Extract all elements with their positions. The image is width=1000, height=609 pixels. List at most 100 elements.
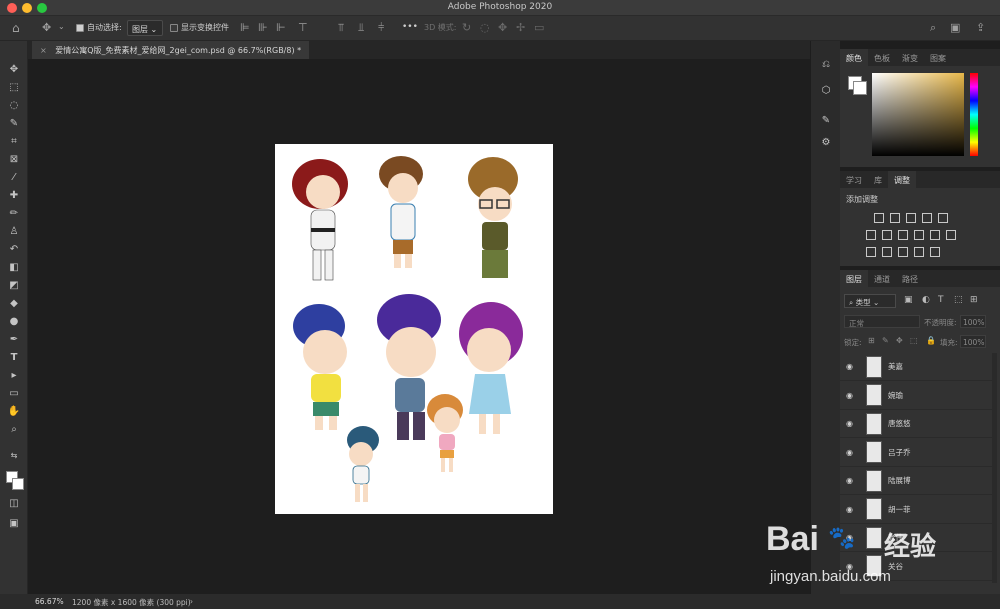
auto-select-checkbox[interactable]: 自动选择: (76, 22, 122, 33)
layer-row[interactable]: ◉ 关谷 (840, 553, 992, 581)
align-left-icon[interactable]: ⊫ (240, 21, 250, 34)
dodge-tool-icon[interactable]: ● (7, 315, 21, 329)
brightness-icon[interactable] (874, 212, 884, 223)
brush-tool-icon[interactable]: ✏ (7, 207, 21, 221)
layer-name[interactable]: 陆展博 (888, 475, 911, 486)
hue-saturation-icon[interactable] (866, 229, 876, 240)
background-color-swatch[interactable] (12, 478, 24, 490)
fill-input[interactable]: 100% (960, 335, 986, 348)
filter-adjustment-icon[interactable]: ◐ (922, 295, 930, 305)
hue-slider[interactable] (970, 73, 978, 156)
share-icon[interactable]: ⇪ (976, 21, 985, 34)
quick-mask-icon[interactable]: ◫ (7, 497, 21, 511)
color-balance-icon[interactable] (882, 229, 892, 240)
color-lookup-icon[interactable] (946, 229, 956, 240)
distribute-top-icon[interactable]: ⫪ (338, 21, 344, 35)
zoom-tool-icon[interactable]: ⌕ (7, 423, 21, 437)
posterize-icon[interactable] (882, 246, 892, 257)
move-tool-icon[interactable]: ✥ (7, 63, 21, 77)
layer-name[interactable]: 胡一菲 (888, 504, 911, 515)
align-hcenter-icon[interactable]: ⊪ (258, 21, 268, 34)
document-canvas[interactable] (275, 144, 553, 514)
crop-tool-icon[interactable]: ⌗ (7, 135, 21, 149)
3d-panel-icon[interactable]: ⬡ (819, 85, 833, 99)
invert-icon[interactable] (866, 246, 876, 257)
layer-row[interactable]: ◉ 婉瑜 (840, 382, 992, 410)
layer-name[interactable]: 婉瑜 (888, 390, 903, 401)
healing-tool-icon[interactable]: ✚ (7, 189, 21, 203)
photo-filter-icon[interactable] (914, 229, 924, 240)
distribute-vcenter-icon[interactable]: ⫫ (358, 21, 364, 35)
chevron-down-icon[interactable]: ⌄ (58, 22, 65, 31)
color-field[interactable] (872, 73, 964, 156)
layers-scrollbar[interactable] (992, 353, 997, 583)
workspace-icon[interactable]: ▣ (950, 21, 960, 34)
status-menu-arrow[interactable]: › (190, 597, 193, 606)
align-top-icon[interactable]: ⊤ (298, 21, 308, 34)
more-options-button[interactable]: ••• (402, 22, 418, 32)
blend-mode-dropdown[interactable]: 正常 (844, 315, 920, 328)
visibility-eye-icon[interactable]: ◉ (846, 476, 856, 485)
document-tab[interactable]: × 爱情公寓Q版_免费素材_爱给网_2gei_com.psd @ 66.7%(R… (32, 41, 311, 59)
lock-position-icon[interactable]: ✥ (896, 336, 903, 345)
history-panel-icon[interactable]: ⎌ (819, 59, 833, 73)
layer-name[interactable]: 吕子乔 (888, 447, 911, 458)
search-icon[interactable]: ⌕ (930, 21, 936, 35)
layer-row[interactable]: ◉ 张伟 (840, 524, 992, 552)
selective-color-icon[interactable] (914, 246, 924, 257)
filter-pixel-icon[interactable]: ▣ (904, 295, 913, 305)
swap-colors-icon[interactable]: ⇆ (7, 449, 21, 463)
visibility-eye-icon[interactable]: ◉ (846, 562, 856, 571)
opacity-input[interactable]: 100% (960, 315, 986, 328)
black-white-icon[interactable] (898, 229, 908, 240)
stamp-tool-icon[interactable]: ♙ (7, 225, 21, 239)
hand-tool-icon[interactable]: ✋ (7, 405, 21, 419)
home-icon[interactable]: ⌂ (12, 21, 20, 35)
lock-artboard-icon[interactable]: ⬚ (910, 336, 918, 345)
3d-camera-icon[interactable]: ▭ (534, 21, 544, 34)
layer-row[interactable]: ◉ 美嘉 (840, 353, 992, 381)
gradient-map-icon[interactable] (930, 246, 940, 257)
blur-tool-icon[interactable]: ◆ (7, 297, 21, 311)
tab-patterns[interactable]: 图案 (924, 49, 952, 66)
lasso-tool-icon[interactable]: ◌ (7, 99, 21, 113)
properties-panel-icon[interactable]: ⚙ (819, 137, 833, 151)
move-tool-icon[interactable]: ✥ (42, 21, 51, 34)
tab-adjustments[interactable]: 调整 (888, 171, 916, 188)
filter-shape-icon[interactable]: ⬚ (954, 295, 963, 305)
visibility-eye-icon[interactable]: ◉ (846, 505, 856, 514)
threshold-icon[interactable] (898, 246, 908, 257)
layer-name[interactable]: 关谷 (888, 561, 903, 572)
color-bg-swatch[interactable] (853, 81, 867, 95)
layer-row[interactable]: ◉ 吕子乔 (840, 439, 992, 467)
visibility-eye-icon[interactable]: ◉ (846, 448, 856, 457)
tab-gradients[interactable]: 渐变 (896, 49, 924, 66)
lock-transparent-icon[interactable]: ⊞ (868, 336, 875, 345)
pen-tool-icon[interactable]: ✒ (7, 333, 21, 347)
channel-mixer-icon[interactable] (930, 229, 940, 240)
type-tool-icon[interactable]: T (7, 351, 21, 365)
3d-roll-icon[interactable]: ◌ (480, 21, 490, 34)
filter-type-icon[interactable]: T (938, 295, 944, 305)
quick-select-tool-icon[interactable]: ✎ (7, 117, 21, 131)
3d-pan-icon[interactable]: ✥ (498, 21, 507, 34)
layer-row[interactable]: ◉ 唐悠悠 (840, 410, 992, 438)
tab-swatches[interactable]: 色板 (868, 49, 896, 66)
tab-layers[interactable]: 图层 (840, 270, 868, 287)
show-transform-checkbox[interactable]: 显示变换控件 (170, 22, 229, 33)
3d-orbit-icon[interactable]: ↻ (462, 21, 471, 34)
history-brush-tool-icon[interactable]: ↶ (7, 243, 21, 257)
auto-select-dropdown[interactable]: 图层 ⌄ (127, 20, 163, 36)
rectangle-tool-icon[interactable]: ▭ (7, 387, 21, 401)
visibility-eye-icon[interactable]: ◉ (846, 419, 856, 428)
close-icon[interactable]: × (40, 46, 47, 55)
layer-name[interactable]: 张伟 (888, 532, 903, 543)
eraser-tool-icon[interactable]: ◧ (7, 261, 21, 275)
marquee-tool-icon[interactable]: ⬚ (7, 81, 21, 95)
exposure-icon[interactable] (922, 212, 932, 223)
screen-mode-icon[interactable]: ▣ (7, 517, 21, 531)
curves-icon[interactable] (906, 212, 916, 223)
visibility-eye-icon[interactable]: ◉ (846, 391, 856, 400)
brush-settings-icon[interactable]: ✎ (819, 115, 833, 129)
filter-smart-object-icon[interactable]: ⊞ (970, 295, 978, 305)
